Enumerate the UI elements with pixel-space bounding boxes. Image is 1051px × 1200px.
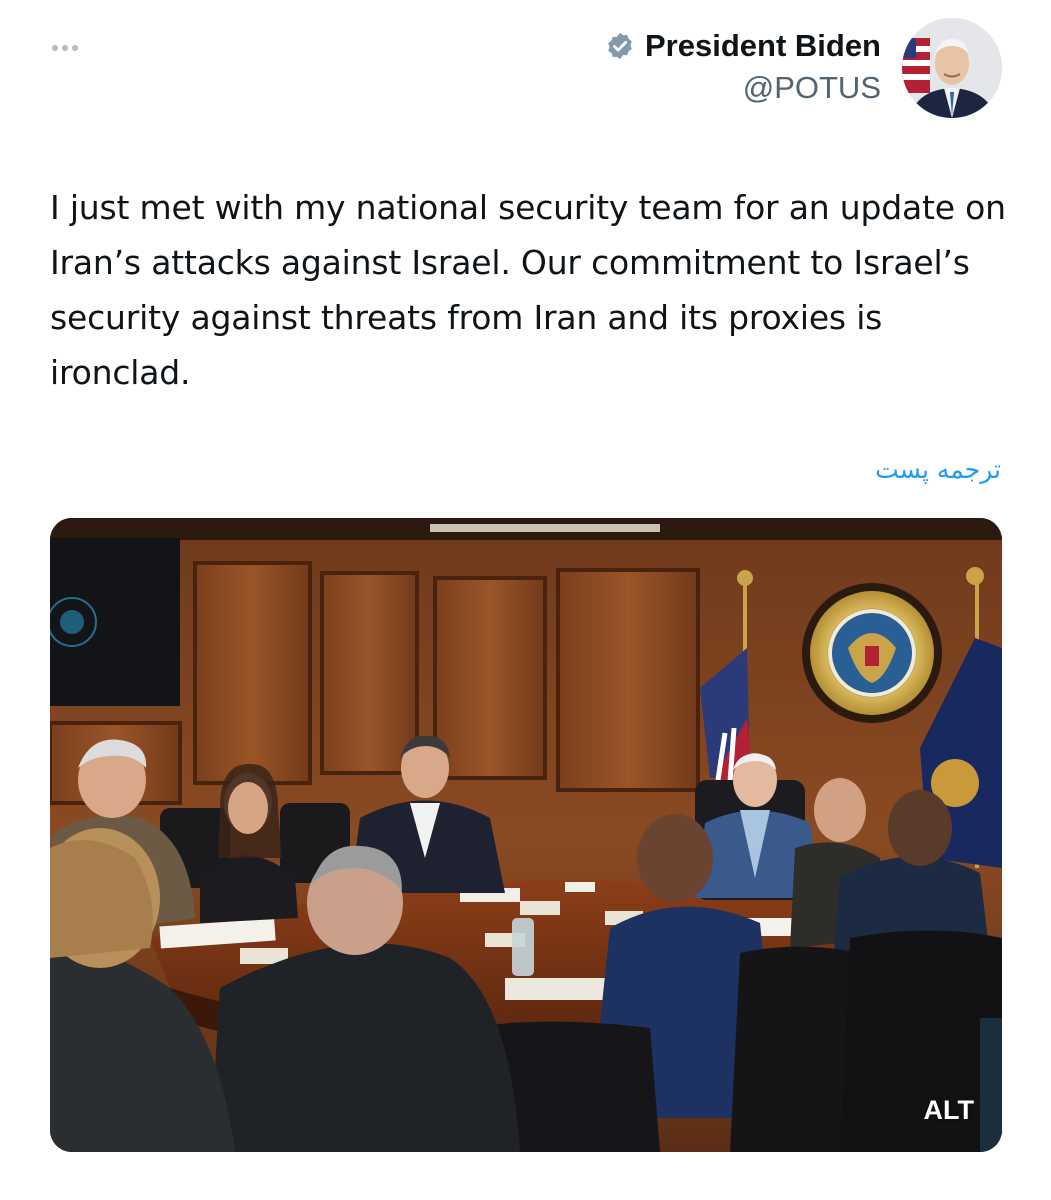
alt-text-button[interactable]: ALT <box>924 1095 974 1126</box>
translate-post-link[interactable]: ترجمه پست <box>875 455 1001 484</box>
verified-badge-icon <box>608 32 632 60</box>
avatar[interactable] <box>902 18 1002 118</box>
situation-room-photo <box>50 518 1002 1152</box>
more-options-icon[interactable] <box>52 40 92 56</box>
tweet-text: I just met with my national security tea… <box>50 188 1006 392</box>
dot <box>72 45 78 51</box>
author-handle[interactable]: @POTUS <box>605 70 881 106</box>
author-name-row: President Biden <box>605 28 881 64</box>
author-block[interactable]: President Biden @POTUS <box>605 28 881 106</box>
author-name[interactable]: President Biden <box>645 28 881 64</box>
tweet-photo[interactable]: ALT <box>50 518 1002 1152</box>
dot <box>62 45 68 51</box>
dot <box>52 45 58 51</box>
avatar-photo <box>902 18 1002 118</box>
